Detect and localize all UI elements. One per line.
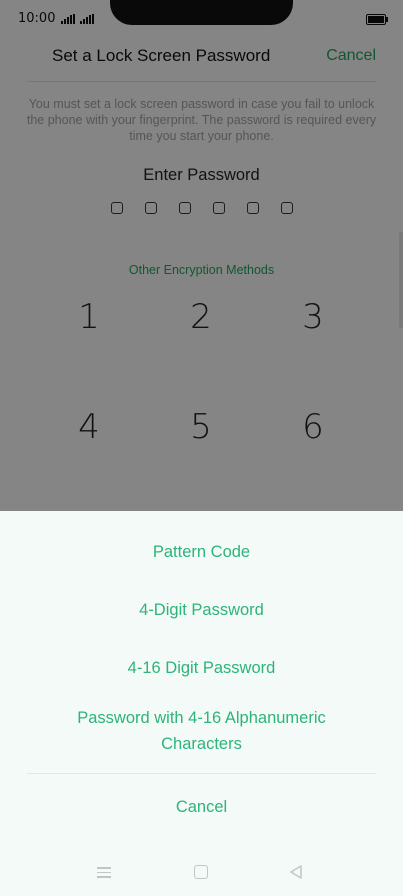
option-pattern-code[interactable]: Pattern Code — [0, 539, 403, 565]
back-icon[interactable] — [288, 864, 304, 880]
home-icon[interactable] — [194, 865, 208, 879]
encryption-method-sheet: Pattern Code 4-Digit Password 4-16 Digit… — [0, 511, 403, 896]
option-alphanumeric-password[interactable]: Password with 4-16 Alphanumeric Characte… — [40, 705, 363, 757]
sheet-divider — [27, 773, 376, 774]
menu-icon[interactable] — [97, 864, 113, 880]
screen: 10:00 Set a Lock Screen Password Cancel … — [0, 0, 403, 896]
option-4-16-digit-password[interactable]: 4-16 Digit Password — [0, 655, 403, 681]
option-4-digit-password[interactable]: 4-Digit Password — [0, 597, 403, 623]
navigation-bar — [0, 850, 403, 896]
sheet-cancel-button[interactable]: Cancel — [0, 798, 403, 817]
